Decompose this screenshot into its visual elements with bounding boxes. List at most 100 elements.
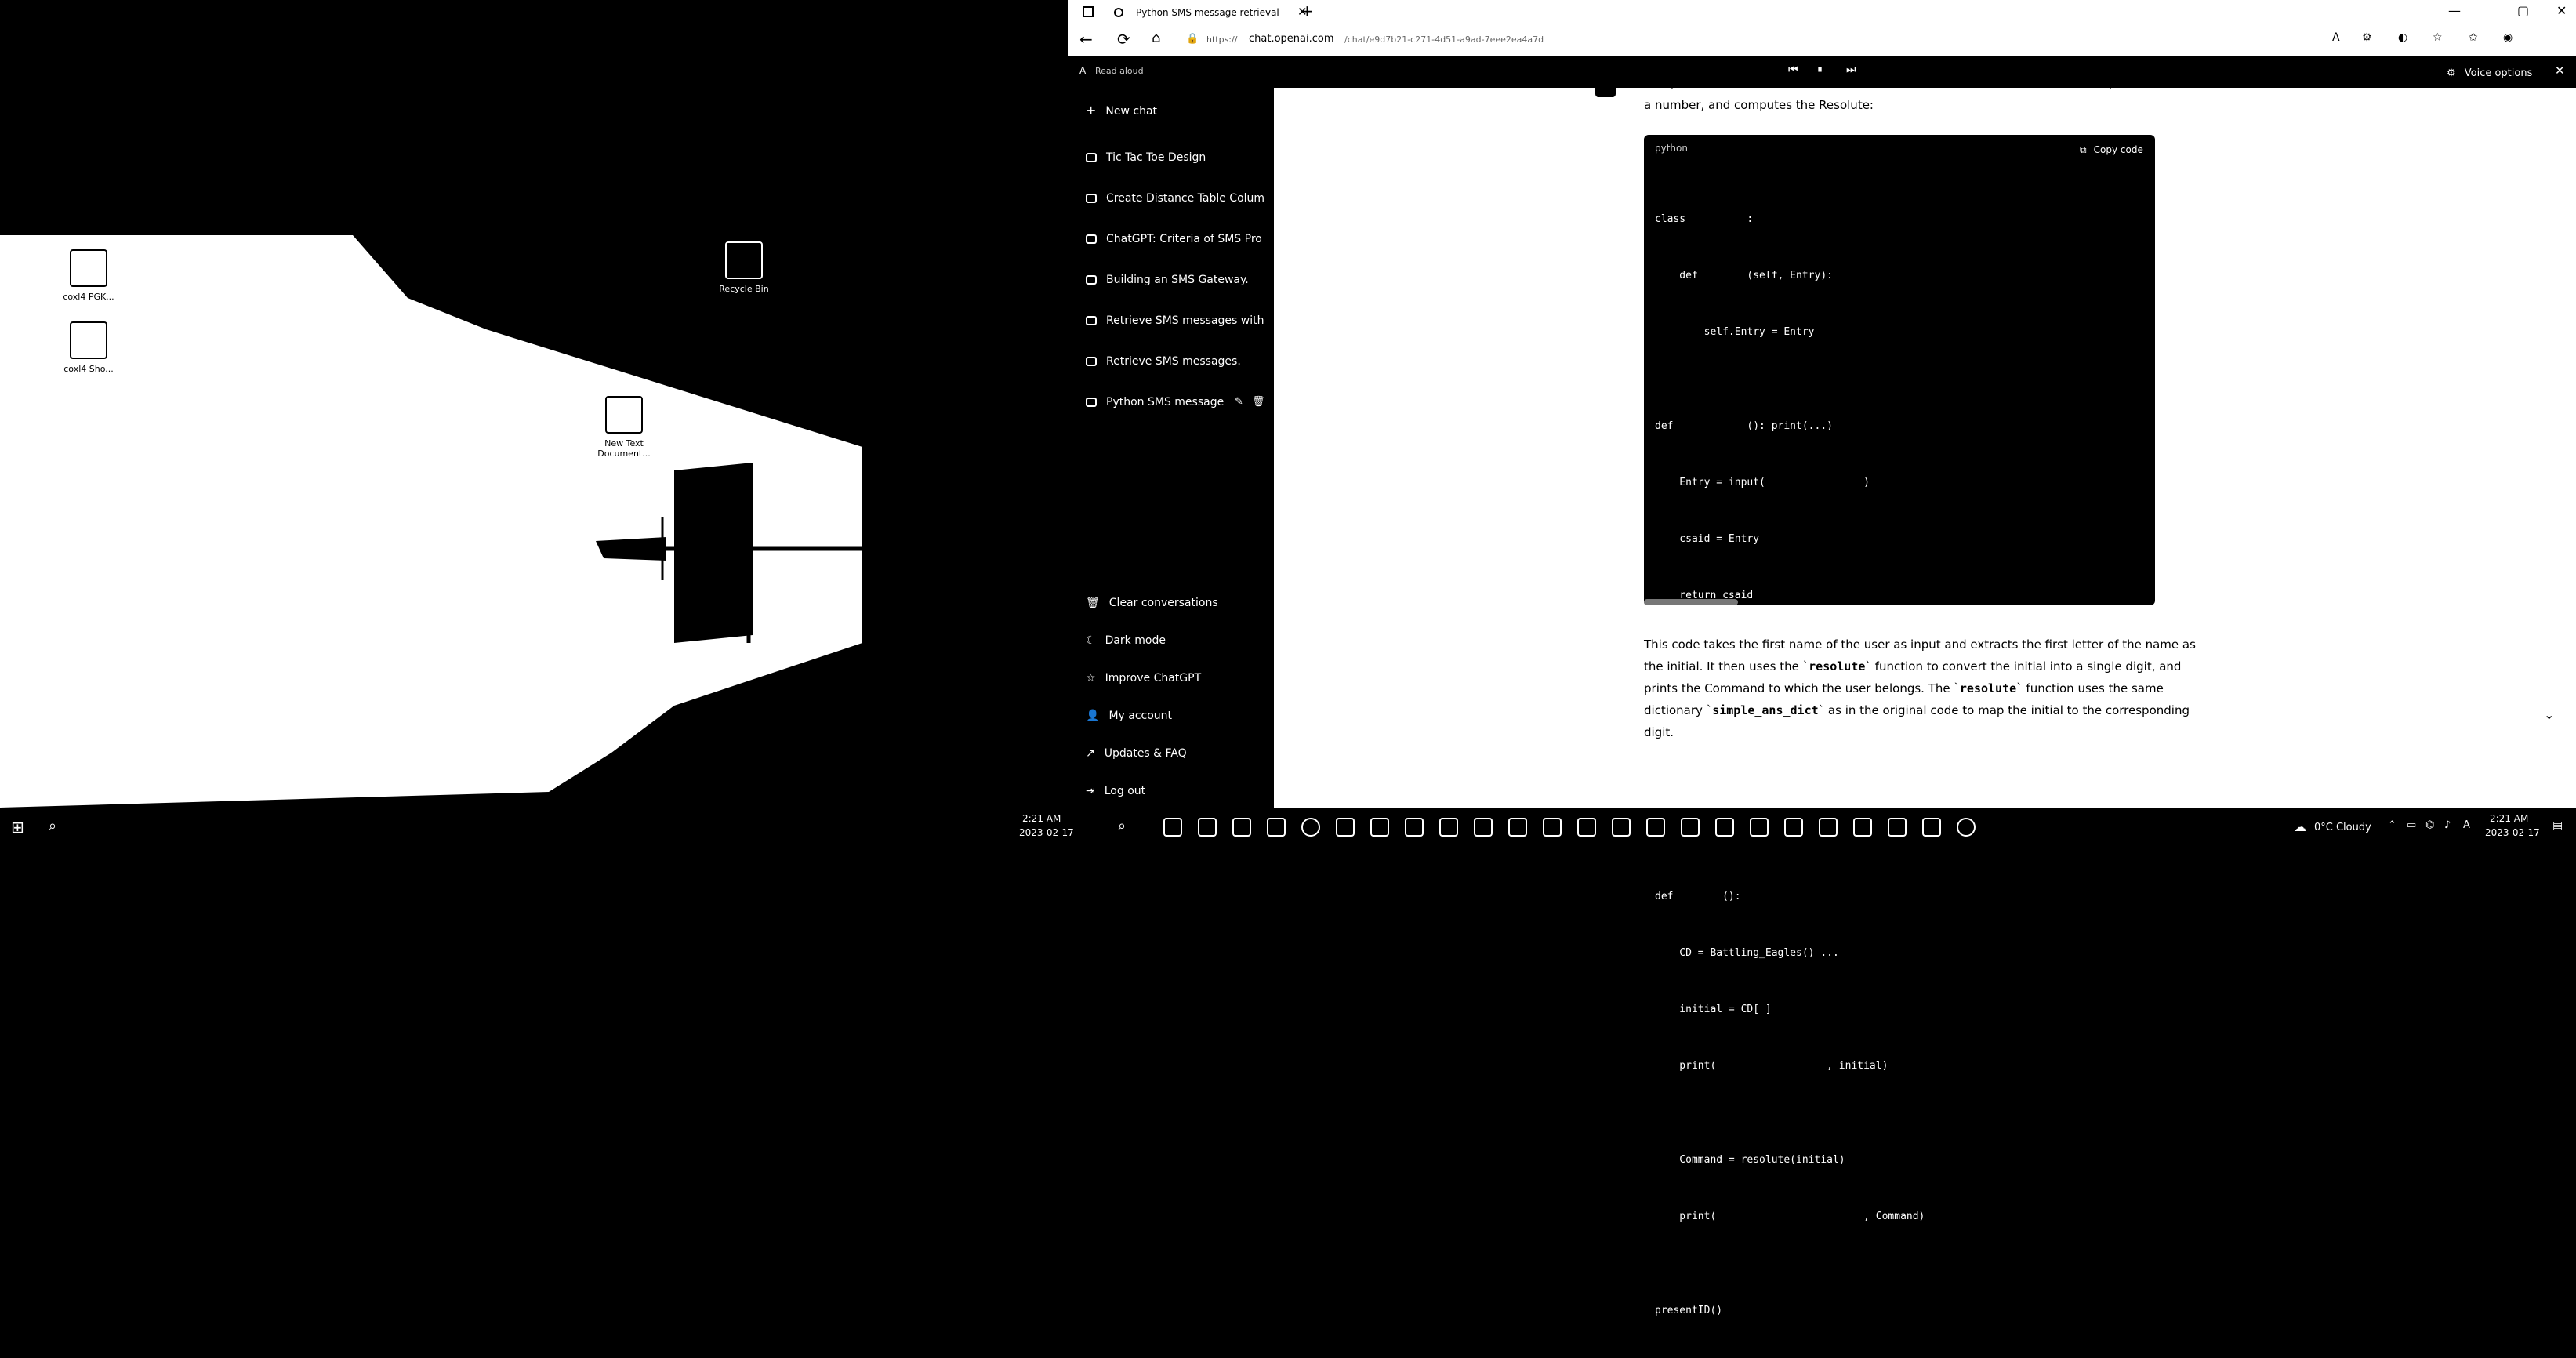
- windows-start-icon[interactable]: ⊞: [11, 818, 24, 837]
- read-aloud-icon[interactable]: A: [2332, 31, 2340, 44]
- read-aloud-label: Read aloud: [1095, 66, 1144, 76]
- voice-options-button[interactable]: ⚙ Voice options: [2447, 64, 2532, 80]
- text-part: ` function uses the same: [2016, 681, 2164, 695]
- close-read-aloud-icon[interactable]: ✕: [2555, 64, 2565, 78]
- text-document-icon: [605, 396, 643, 434]
- desktop-icon-text-document[interactable]: New Text Document...: [577, 396, 671, 459]
- home-icon[interactable]: ⌂: [1152, 30, 1160, 46]
- chat-item-python-sms-active[interactable]: Python SMS message ✎ 🗑: [1086, 390, 1266, 414]
- code-line: Command = resolute(initial): [1655, 1154, 1845, 1166]
- app-icon-17[interactable]: [1819, 818, 1838, 837]
- tab-actions-icon[interactable]: [1083, 6, 1094, 17]
- desktop-icon-file-1[interactable]: coxl4 PGK...: [42, 249, 136, 302]
- app-icon-7[interactable]: [1474, 818, 1493, 837]
- app-icon-21[interactable]: [1957, 818, 1976, 837]
- minimize-icon[interactable]: —: [2448, 3, 2461, 18]
- inline-code: resolute: [1809, 659, 1866, 674]
- language-icon[interactable]: A: [2463, 819, 2470, 831]
- app-icon-20[interactable]: [1922, 818, 1941, 837]
- battery-icon[interactable]: ▭: [2407, 819, 2416, 831]
- code-horizontal-scrollbar[interactable]: [1644, 599, 1738, 605]
- chat-item-retrieve-sms-with[interactable]: Retrieve SMS messages with: [1086, 309, 1264, 332]
- app-icon-18[interactable]: [1853, 818, 1872, 837]
- collections-icon[interactable]: ✩: [2469, 31, 2478, 44]
- log-out-label: Log out: [1104, 785, 1146, 797]
- file-explorer-icon[interactable]: [1198, 818, 1217, 837]
- code-line: class :: [1655, 213, 1754, 225]
- chat-item-tic-tac-toe[interactable]: Tic Tac Toe Design: [1086, 146, 1206, 169]
- app-icon-11[interactable]: [1612, 818, 1631, 837]
- right-clock-time[interactable]: 2:21 AM: [2490, 813, 2528, 824]
- maximize-icon[interactable]: ▢: [2517, 3, 2529, 18]
- app-icon-8[interactable]: [1508, 818, 1527, 837]
- search-icon[interactable]: ⌕: [49, 818, 56, 834]
- dark-mode-button[interactable]: ☾ Dark mode: [1086, 629, 1166, 652]
- app-icon-12[interactable]: [1646, 818, 1665, 837]
- edit-pencil-icon[interactable]: ✎: [1235, 390, 1243, 414]
- taskbar-search-icon[interactable]: ⌕: [1118, 818, 1126, 834]
- url-host: chat.openai.com: [1249, 33, 1334, 45]
- desktop-icon-label: New Text Document...: [597, 438, 651, 459]
- desktop-icon-file-2[interactable]: coxl4 Sho...: [42, 321, 136, 374]
- chat-item-retrieve-sms[interactable]: Retrieve SMS messages.: [1086, 350, 1241, 373]
- extension-icon[interactable]: ◐: [2398, 31, 2407, 44]
- favorites-icon[interactable]: ☆: [2433, 31, 2443, 44]
- star-icon: ☆: [1086, 672, 1096, 684]
- notification-icon[interactable]: ▤: [2552, 819, 2563, 832]
- app-icon-3[interactable]: [1336, 818, 1355, 837]
- app-icon-2[interactable]: [1267, 818, 1286, 837]
- tab-active[interactable]: Python SMS message retrieval ✕: [1108, 2, 1319, 27]
- app-icon-19[interactable]: [1888, 818, 1907, 837]
- improve-chatgpt-button[interactable]: ☆ Improve ChatGPT: [1086, 666, 1201, 690]
- app-icon-14[interactable]: [1715, 818, 1734, 837]
- task-view-icon[interactable]: [1163, 818, 1182, 837]
- taskbar: ⊞ ⌕ 2:21 AM 2023-02-17 ⌕ ☁ 0°C Cloudy ⌃ …: [0, 808, 2576, 848]
- chat-bubble-icon: [1086, 316, 1097, 325]
- refresh-icon[interactable]: ⟳: [1117, 30, 1130, 49]
- new-chat-button[interactable]: + New chat: [1086, 99, 1157, 122]
- chat-item-sms-gateway[interactable]: Building an SMS Gateway.: [1086, 268, 1249, 292]
- clear-conversations-button[interactable]: 🗑 Clear conversations: [1086, 591, 1218, 615]
- tray-chevron-icon[interactable]: ⌃: [2388, 819, 2396, 831]
- code-line: presentID(): [1655, 1305, 1723, 1316]
- app-icon-4[interactable]: [1370, 818, 1389, 837]
- app-icon-9[interactable]: [1543, 818, 1562, 837]
- browser-app-icon[interactable]: [1301, 818, 1320, 837]
- app-icon-16[interactable]: [1784, 818, 1803, 837]
- dark-mode-label: Dark mode: [1105, 634, 1166, 647]
- url-scheme: https://: [1206, 34, 1238, 45]
- app-icon-1[interactable]: [1232, 818, 1251, 837]
- copy-code-button[interactable]: ⧉ Copy code: [2080, 141, 2143, 156]
- new-tab-icon[interactable]: +: [1301, 2, 1314, 20]
- scroll-down-chevron-icon[interactable]: ⌄: [2544, 707, 2554, 722]
- app-icon-5[interactable]: [1405, 818, 1424, 837]
- moon-icon: ☾: [1086, 634, 1096, 647]
- app-icon-15[interactable]: [1750, 818, 1769, 837]
- inline-code: simple_ans_dict: [1712, 703, 1819, 717]
- weather-text[interactable]: 0°C Cloudy: [2314, 822, 2371, 833]
- volume-icon[interactable]: ♪: [2444, 819, 2451, 831]
- right-clock-date[interactable]: 2023-02-17: [2485, 827, 2540, 838]
- my-account-button[interactable]: 👤 My account: [1086, 704, 1172, 728]
- updates-faq-button[interactable]: ↗ Updates & FAQ: [1086, 742, 1187, 765]
- delete-trash-icon[interactable]: 🗑: [1252, 390, 1265, 414]
- network-icon[interactable]: ⌬: [2425, 819, 2434, 831]
- app-icon-6[interactable]: [1439, 818, 1458, 837]
- chat-item-label: Retrieve SMS messages.: [1106, 355, 1241, 368]
- file-icon: [70, 249, 107, 287]
- close-window-icon[interactable]: ✕: [2556, 3, 2567, 18]
- translate-icon[interactable]: ⚙: [2362, 31, 2372, 44]
- read-aloud-bar-icon: A: [1079, 65, 1087, 76]
- app-icon-10[interactable]: [1577, 818, 1596, 837]
- back-icon[interactable]: ←: [1079, 30, 1093, 49]
- chat-item-label: Building an SMS Gateway.: [1106, 274, 1249, 286]
- code-line: self.Entry = Entry: [1655, 326, 1815, 338]
- desktop-icon-recycle-bin[interactable]: Recycle Bin: [697, 241, 791, 294]
- chat-item-distance-table[interactable]: Create Distance Table Colum: [1086, 187, 1264, 210]
- app-icon-13[interactable]: [1681, 818, 1700, 837]
- log-out-button[interactable]: ⇥ Log out: [1086, 779, 1145, 803]
- chat-item-sms-criteria[interactable]: ChatGPT: Criteria of SMS Pro: [1086, 227, 1262, 251]
- url-field[interactable]: 🔒 https:// chat.openai.com /chat/e9d7b21…: [1186, 30, 2127, 52]
- logout-icon: ⇥: [1086, 785, 1095, 797]
- profile-icon[interactable]: ◉: [2503, 31, 2513, 44]
